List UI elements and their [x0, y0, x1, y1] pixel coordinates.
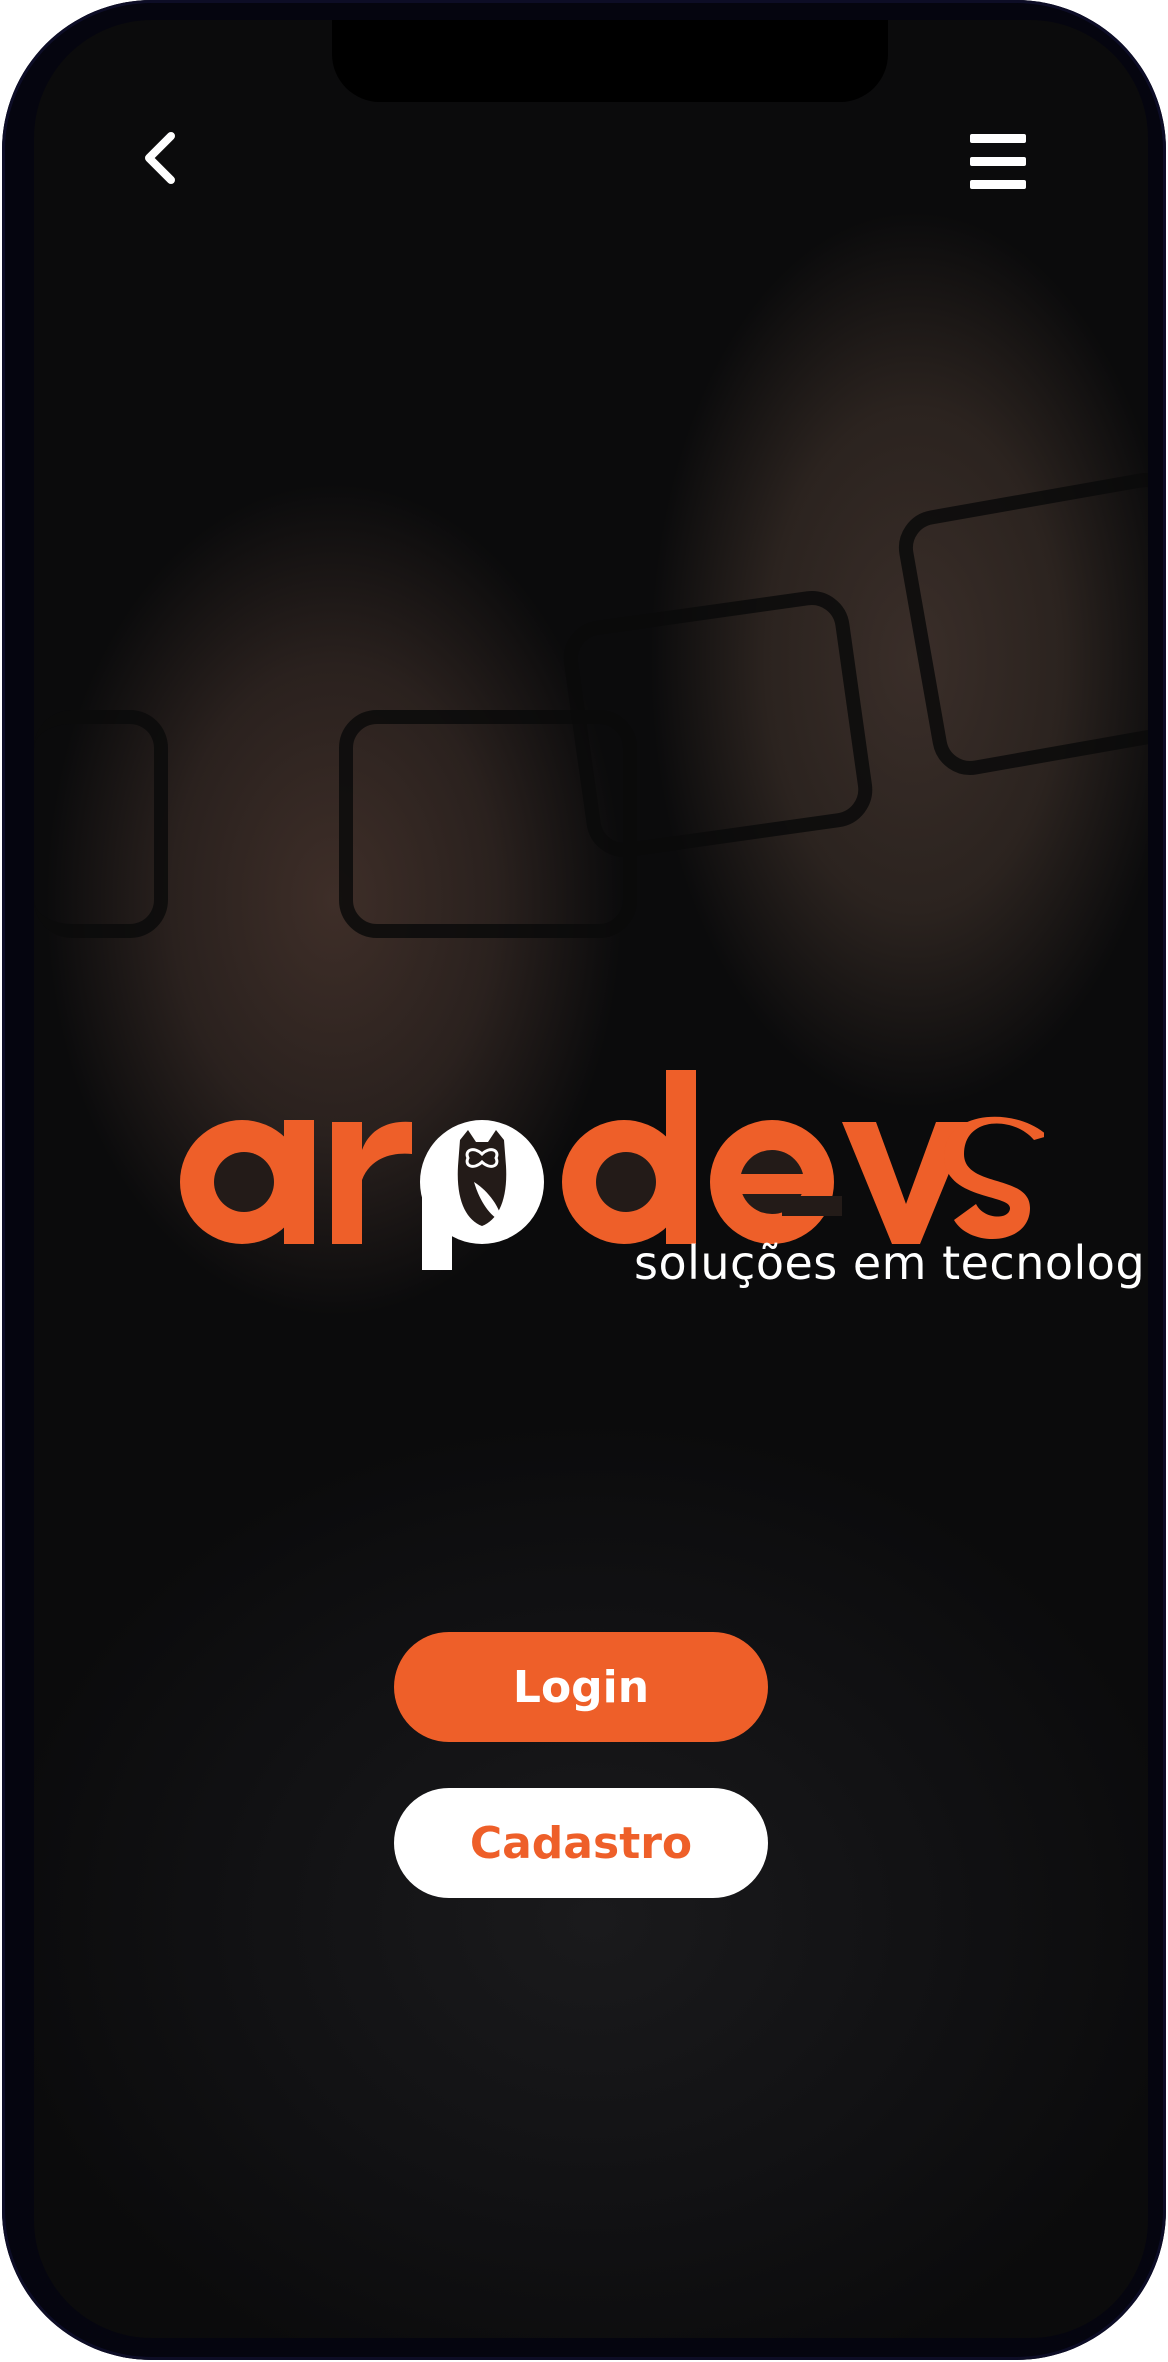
glasses-shape — [34, 710, 168, 938]
brand-logo: soluções em tecnologia — [164, 1070, 1148, 1320]
brand-tagline: soluções em tecnologia — [634, 1236, 1148, 1290]
app-screen: soluções em tecnologia Login Cadastro — [34, 20, 1148, 2338]
phone-frame: soluções em tecnologia Login Cadastro — [2, 0, 1166, 2360]
signup-button[interactable]: Cadastro — [394, 1788, 768, 1898]
glasses-shape — [558, 586, 878, 862]
chevron-left-icon — [145, 132, 175, 184]
login-button[interactable]: Login — [394, 1632, 768, 1742]
device-notch — [332, 20, 888, 102]
glasses-shape — [892, 467, 1148, 781]
back-button[interactable] — [131, 128, 191, 188]
menu-button[interactable] — [964, 128, 1032, 196]
